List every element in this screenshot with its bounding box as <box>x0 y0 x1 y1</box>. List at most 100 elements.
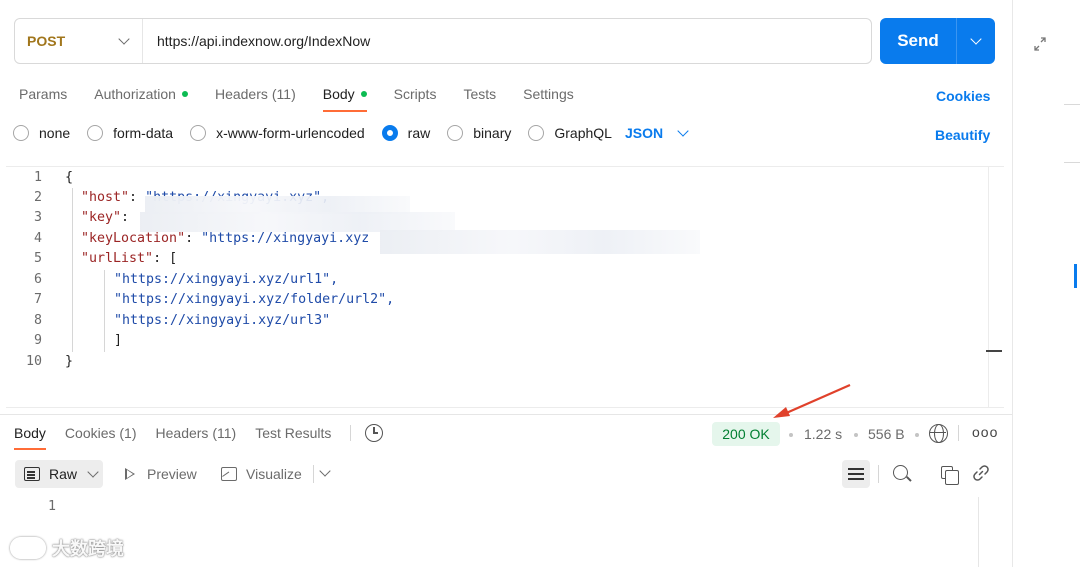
status-badge: 200 OK <box>712 422 780 446</box>
editor-scrollbar[interactable] <box>988 167 989 407</box>
line-number: 6 <box>33 272 42 287</box>
line-number: 8 <box>33 313 42 328</box>
preview-button[interactable]: Preview <box>125 466 197 482</box>
code-line: 10} <box>0 352 73 372</box>
view-mode-select[interactable]: Raw <box>15 460 103 488</box>
copy-icon[interactable] <box>941 466 959 485</box>
radio-label: raw <box>407 125 431 141</box>
response-tab-body[interactable]: Body <box>14 425 46 450</box>
status-dot <box>181 91 188 97</box>
editor-scroll-marker <box>986 350 1002 352</box>
annotation-arrow <box>773 383 851 418</box>
code-line: 3 "key": <box>0 208 129 228</box>
tab-label: Body <box>322 86 355 102</box>
line-number: 7 <box>33 292 42 307</box>
code-line: 5 "urlList": [ <box>0 249 177 269</box>
divider <box>350 425 352 441</box>
url-input[interactable]: https://api.indexnow.org/IndexNow <box>143 33 370 49</box>
radio-none[interactable]: none <box>13 125 70 141</box>
json-key: "urlList" <box>81 251 154 266</box>
watermark: 大数跨境 <box>10 535 124 561</box>
tab-label: Tests <box>463 86 497 102</box>
radio-urlencoded[interactable]: x-www-form-urlencoded <box>190 125 365 141</box>
request-url-bar: POST https://api.indexnow.org/IndexNow <box>14 18 872 64</box>
chevron-down-icon <box>970 33 982 45</box>
radio-button[interactable] <box>87 125 104 141</box>
watermark-text: 大数跨境 <box>52 539 124 559</box>
json-value: "https://xingyayi.xyz/url1", <box>114 272 339 287</box>
tab-body[interactable]: Body <box>322 84 367 112</box>
play-icon <box>125 468 135 480</box>
json-key: "host" <box>81 190 130 205</box>
radio-label: x-www-form-urlencoded <box>216 125 365 141</box>
line-number: 5 <box>33 251 42 266</box>
line-number: 2 <box>33 190 42 205</box>
cookies-link[interactable]: Cookies <box>936 88 990 104</box>
tab-authorization[interactable]: Authorization <box>94 84 188 104</box>
radio-binary[interactable]: binary <box>447 125 511 141</box>
code-line: 6 "https://xingyayi.xyz/url1", <box>0 270 338 290</box>
beautify-button[interactable]: Beautify <box>935 127 990 143</box>
indent-guide <box>104 270 105 352</box>
line-number: 3 <box>33 210 42 225</box>
visualize-button[interactable]: Visualize <box>221 466 302 482</box>
tab-params[interactable]: Params <box>19 84 67 104</box>
send-button[interactable]: Send <box>880 18 957 64</box>
send-dropdown-button[interactable] <box>957 18 995 64</box>
radio-button[interactable] <box>528 125 545 141</box>
radio-button[interactable] <box>447 125 464 141</box>
response-line: 1 <box>0 497 56 517</box>
search-icon[interactable] <box>893 465 908 480</box>
response-tab-test-results[interactable]: Test Results <box>255 425 331 441</box>
response-scrollbar[interactable] <box>978 497 994 567</box>
wrap-lines-button[interactable] <box>842 460 870 488</box>
body-format-select[interactable]: JSON <box>625 125 689 141</box>
tab-settings[interactable]: Settings <box>523 84 574 104</box>
raw-icon <box>24 467 40 481</box>
panel-edge-indicator <box>1074 264 1077 288</box>
separator-dot <box>915 433 919 437</box>
globe-icon[interactable] <box>929 424 948 443</box>
redaction-blur <box>140 212 455 232</box>
tab-label: Params <box>19 86 68 102</box>
code-text: { <box>65 170 74 185</box>
tab-label: Headers <box>214 86 268 102</box>
view-mode-label: Raw <box>49 466 78 482</box>
chevron-down-icon <box>118 33 130 45</box>
panel-edge <box>1064 162 1080 163</box>
line-number: 1 <box>33 170 42 185</box>
radio-graphql[interactable]: GraphQL <box>528 125 612 141</box>
separator-dot <box>789 433 793 437</box>
history-icon[interactable] <box>365 424 384 442</box>
collapse-icon[interactable] <box>1032 36 1048 52</box>
radio-button-checked[interactable] <box>381 125 398 141</box>
radio-form-data[interactable]: form-data <box>87 125 173 141</box>
radio-button[interactable] <box>13 125 29 141</box>
response-size: 556 B <box>868 426 905 442</box>
tab-tests[interactable]: Tests <box>463 84 496 104</box>
radio-button[interactable] <box>190 125 207 141</box>
radio-label: none <box>39 125 71 141</box>
radio-label: binary <box>473 125 512 141</box>
link-icon[interactable] <box>972 464 989 481</box>
code-text: "key": <box>81 210 130 225</box>
tab-scripts[interactable]: Scripts <box>394 84 437 104</box>
request-tabs: Params Authorization Headers (11) Body Sc… <box>19 84 601 114</box>
divider <box>878 465 879 483</box>
response-tab-headers[interactable]: Headers (11) <box>156 425 237 441</box>
tab-headers[interactable]: Headers (11) <box>215 84 296 104</box>
method-select[interactable]: POST <box>15 19 143 63</box>
radio-raw[interactable]: raw <box>381 125 431 141</box>
indent-guide <box>72 188 73 352</box>
tab-label: Authorization <box>94 86 176 102</box>
line-number: 1 <box>47 499 56 514</box>
response-tab-cookies[interactable]: Cookies (1) <box>65 425 137 441</box>
panel-divider <box>1012 0 1013 567</box>
more-options-icon[interactable]: ooo <box>972 424 998 440</box>
watermark-logo <box>10 537 46 559</box>
radio-label: GraphQL <box>554 125 612 141</box>
visualize-label: Visualize <box>246 466 302 482</box>
separator-dot <box>854 433 858 437</box>
image-icon <box>221 467 237 481</box>
chevron-down-icon[interactable] <box>319 465 331 477</box>
